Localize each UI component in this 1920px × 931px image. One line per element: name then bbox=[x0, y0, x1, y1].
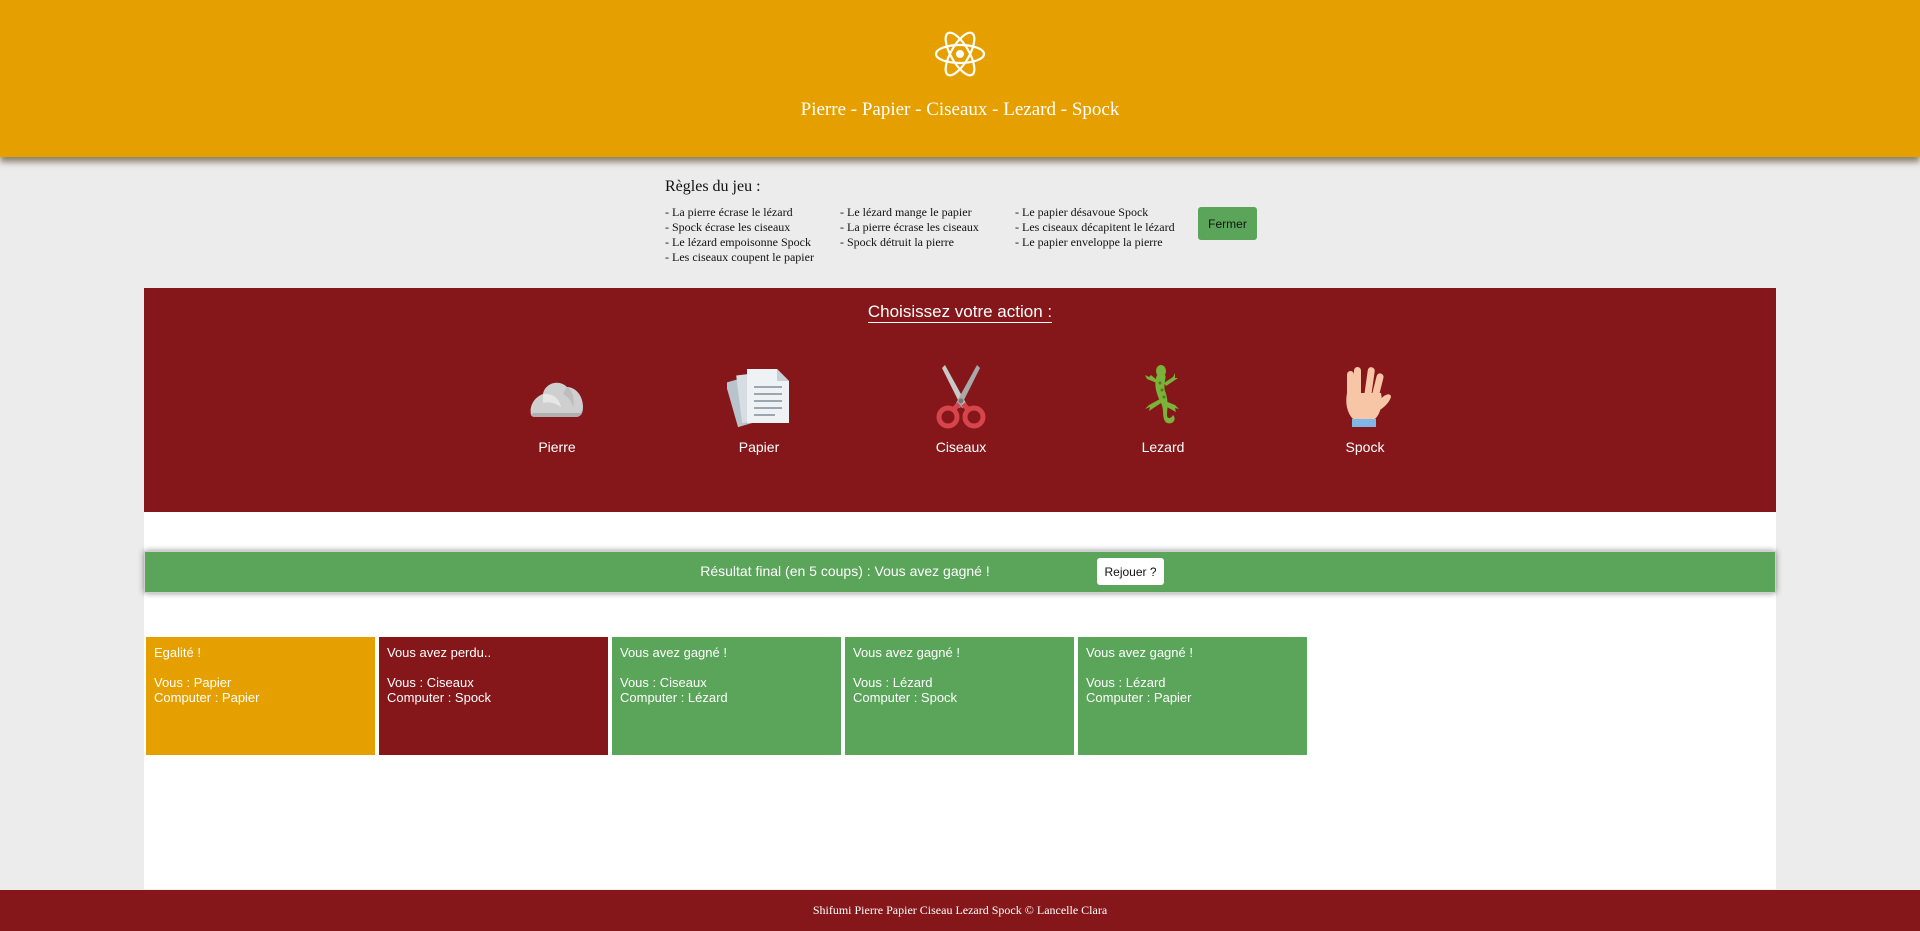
action-label: Papier bbox=[738, 439, 780, 455]
action-papier[interactable]: Papier bbox=[694, 363, 824, 455]
action-label: Pierre bbox=[538, 439, 576, 455]
round-card: Vous avez gagné ! Vous : Ciseaux Compute… bbox=[612, 637, 841, 755]
round-player-choice: Vous : Ciseaux bbox=[387, 675, 474, 690]
round-computer-choice: Computer : Lézard bbox=[620, 690, 728, 705]
rule-item: - Spock écrase les ciseaux bbox=[665, 220, 791, 234]
replay-button[interactable]: Rejouer ? bbox=[1097, 558, 1164, 585]
rule-item: - Spock détruit la pierre bbox=[840, 235, 954, 249]
round-outcome: Vous avez gagné ! bbox=[620, 645, 727, 660]
round-computer-choice: Computer : Papier bbox=[1086, 690, 1192, 705]
round-computer-choice: Computer : Spock bbox=[853, 690, 958, 705]
rules-section: Règles du jeu : - La pierre écrase le lé… bbox=[665, 178, 1190, 265]
lizard-icon bbox=[1145, 365, 1179, 424]
action-ciseaux[interactable]: Ciseaux bbox=[896, 363, 1026, 455]
rule-item: - Le papier enveloppe la pierre bbox=[1015, 235, 1163, 249]
action-lezard[interactable]: Lezard bbox=[1098, 363, 1228, 455]
action-label: Spock bbox=[1345, 439, 1385, 455]
rule-item: - La pierre écrase les ciseaux bbox=[840, 220, 979, 234]
page-title: Pierre - Papier - Ciseaux - Lezard - Spo… bbox=[800, 99, 1120, 120]
round-outcome: Vous avez perdu.. bbox=[387, 645, 492, 660]
round-outcome: Egalité ! bbox=[154, 645, 201, 660]
round-player-choice: Vous : Papier bbox=[154, 675, 232, 690]
action-label: Ciseaux bbox=[935, 439, 987, 455]
header: Pierre - Papier - Ciseaux - Lezard - Spo… bbox=[0, 0, 1920, 157]
round-card: Vous avez gagné ! Vous : Lézard Computer… bbox=[1078, 637, 1307, 755]
footer: Shifumi Pierre Papier Ciseau Lezard Spoc… bbox=[0, 890, 1920, 931]
rock-icon bbox=[530, 382, 583, 417]
round-card: Vous avez gagné ! Vous : Lézard Computer… bbox=[845, 637, 1074, 755]
rule-item: - Les ciseaux décapitent le lézard bbox=[1015, 220, 1175, 234]
footer-text: Shifumi Pierre Papier Ciseau Lezard Spoc… bbox=[812, 903, 1108, 917]
rules-title: Règles du jeu : bbox=[665, 178, 761, 195]
rule-item: - Le lézard mange le papier bbox=[840, 205, 972, 219]
rule-item: - Le papier désavoue Spock bbox=[1015, 205, 1149, 219]
action-label: Lezard bbox=[1141, 439, 1185, 455]
round-player-choice: Vous : Lézard bbox=[1086, 675, 1166, 690]
rules-column: - Le papier désavoue Spock - Les ciseaux… bbox=[1015, 205, 1190, 265]
round-player-choice: Vous : Lézard bbox=[853, 675, 933, 690]
action-spock[interactable]: Spock bbox=[1300, 363, 1430, 455]
final-result-text: Résultat final (en 5 coups) : Vous avez … bbox=[700, 563, 990, 579]
round-computer-choice: Computer : Spock bbox=[387, 690, 492, 705]
scissors-icon bbox=[936, 365, 986, 429]
rules-column: - La pierre écrase le lézard - Spock écr… bbox=[665, 205, 840, 265]
atom-icon bbox=[934, 31, 986, 77]
action-pierre[interactable]: Pierre bbox=[492, 363, 622, 455]
round-card: Vous avez perdu.. Vous : Ciseaux Compute… bbox=[379, 637, 608, 755]
round-computer-choice: Computer : Papier bbox=[154, 690, 260, 705]
round-card: Egalité ! Vous : Papier Computer : Papie… bbox=[146, 637, 375, 755]
actions-panel: Choisissez votre action : Pierre Papier … bbox=[144, 288, 1776, 512]
rule-item: - La pierre écrase le lézard bbox=[665, 205, 793, 219]
rules-column: - Le lézard mange le papier - La pierre … bbox=[840, 205, 1015, 265]
actions-title: Choisissez votre action : bbox=[867, 302, 1053, 323]
rule-item: - Les ciseaux coupent le papier bbox=[665, 250, 814, 264]
spock-hand-icon bbox=[1346, 367, 1391, 427]
round-player-choice: Vous : Ciseaux bbox=[620, 675, 707, 690]
close-rules-button[interactable]: Fermer bbox=[1198, 207, 1257, 240]
round-outcome: Vous avez gagné ! bbox=[853, 645, 960, 660]
rule-item: - Le lézard empoisonne Spock bbox=[665, 235, 811, 249]
paper-icon bbox=[727, 369, 789, 428]
round-outcome: Vous avez gagné ! bbox=[1086, 645, 1193, 660]
game-panel: Choisissez votre action : Pierre Papier … bbox=[144, 288, 1776, 889]
result-bar: Résultat final (en 5 coups) : Vous avez … bbox=[144, 551, 1776, 593]
